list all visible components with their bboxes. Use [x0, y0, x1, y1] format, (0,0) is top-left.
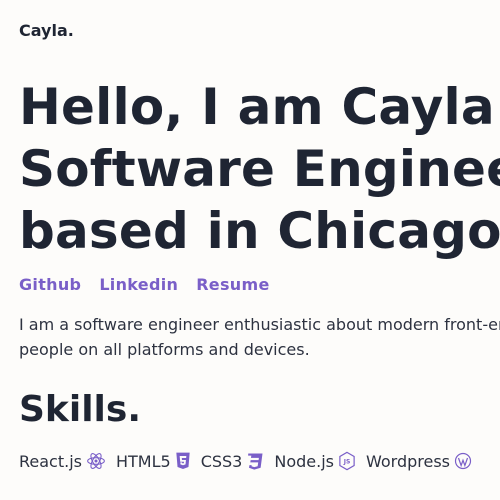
- nodejs-icon: JS: [339, 451, 355, 471]
- skill-item-wordpress: Wordpress: [366, 452, 472, 471]
- hero-heading: Hello, I am Cayla Software Engineer base…: [19, 76, 500, 262]
- skill-item-nodejs: Node.js JS: [274, 451, 356, 471]
- intro-line: I am a software engineer enthusiastic ab…: [19, 315, 500, 334]
- svg-text:JS: JS: [343, 459, 351, 466]
- wordpress-icon: [454, 452, 472, 470]
- intro-line: people on all platforms and devices.: [19, 340, 310, 359]
- css3-icon: [248, 453, 263, 470]
- hero-line: based in Chicago: [19, 202, 500, 260]
- skill-item-css3: CSS3: [201, 452, 265, 471]
- skill-item-react: React.js: [19, 451, 106, 471]
- html5-icon: [176, 452, 190, 469]
- skill-label: HTML5: [115, 451, 171, 471]
- resume-link[interactable]: Resume: [196, 275, 269, 294]
- hero-line: Software Engineer: [19, 140, 500, 198]
- page: Cayla. Hello, I am Cayla Software Engine…: [19, 0, 500, 500]
- linkedin-link[interactable]: Linkedin: [99, 275, 178, 294]
- skills-heading: Skills.: [19, 389, 141, 430]
- brand-logo[interactable]: Cayla.: [19, 21, 74, 40]
- skills-list: React.js HTML5 CSS3 Node.js JS Wordpress: [19, 451, 472, 471]
- skill-label: Node.js: [274, 451, 334, 471]
- skill-item-html5: HTML5: [116, 452, 191, 471]
- hero-line: Hello, I am Cayla: [19, 78, 495, 136]
- skill-label: React.js: [19, 451, 82, 471]
- skill-label: CSS3: [200, 451, 243, 471]
- intro-text: I am a software engineer enthusiastic ab…: [19, 312, 500, 362]
- react-icon: [87, 453, 105, 469]
- github-link[interactable]: Github: [19, 275, 81, 294]
- skill-label: Wordpress: [365, 451, 451, 471]
- social-links: Github Linkedin Resume: [19, 275, 270, 294]
